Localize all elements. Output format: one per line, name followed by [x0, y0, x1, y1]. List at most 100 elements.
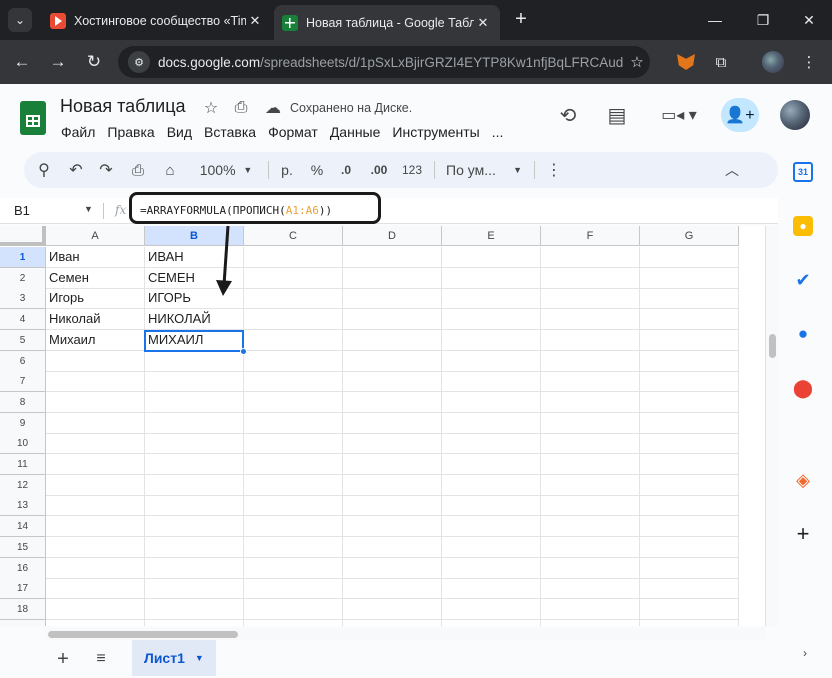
- cell-d17[interactable]: [343, 578, 442, 599]
- select-all-corner[interactable]: [0, 226, 46, 246]
- cell-f5[interactable]: [541, 330, 640, 351]
- print-icon[interactable]: ⎙: [126, 156, 150, 184]
- cell-d14[interactable]: [343, 516, 442, 537]
- office-addon-icon[interactable]: ◈: [793, 470, 813, 490]
- row-header[interactable]: 19: [0, 620, 46, 626]
- menu-more[interactable]: ...: [486, 122, 510, 144]
- cell-a7[interactable]: [46, 371, 145, 392]
- cell-g16[interactable]: [640, 558, 739, 579]
- cell-f10[interactable]: [541, 433, 640, 454]
- meet-video-icon[interactable]: ▭◂ ▾: [655, 100, 703, 130]
- row-header[interactable]: 16: [0, 558, 46, 579]
- name-box[interactable]: B1: [14, 203, 30, 218]
- fill-handle[interactable]: [240, 348, 247, 355]
- row-header[interactable]: 13: [0, 495, 46, 516]
- menu-data[interactable]: Данные: [324, 122, 387, 144]
- cell-d13[interactable]: [343, 495, 442, 516]
- row-header[interactable]: 6: [0, 351, 46, 372]
- bookmark-star-icon[interactable]: ☆: [624, 53, 650, 71]
- cell-f7[interactable]: [541, 371, 640, 392]
- cell-a5[interactable]: Михаил: [46, 330, 145, 351]
- cell-b11[interactable]: [145, 454, 244, 475]
- chevron-down-icon[interactable]: ▼: [84, 204, 93, 214]
- share-button[interactable]: 👤+: [721, 98, 759, 132]
- cell-d11[interactable]: [343, 454, 442, 475]
- cell-d16[interactable]: [343, 558, 442, 579]
- address-bar[interactable]: ⚙ docs.google.com/spreadsheets/d/1pSxLxB…: [118, 46, 650, 78]
- cell-g7[interactable]: [640, 371, 739, 392]
- cell-e3[interactable]: [442, 288, 541, 309]
- cell-a1[interactable]: Иван: [46, 247, 145, 268]
- cell-a3[interactable]: Игорь: [46, 288, 145, 309]
- contacts-icon[interactable]: ●: [793, 324, 813, 344]
- menu-file[interactable]: Файл: [55, 122, 101, 144]
- cell-b12[interactable]: [145, 475, 244, 496]
- column-header-g[interactable]: G: [640, 226, 739, 246]
- row-header[interactable]: 7: [0, 371, 46, 392]
- row-header[interactable]: 15: [0, 537, 46, 558]
- cell-b3[interactable]: ИГОРЬ: [145, 288, 244, 309]
- row-header[interactable]: 9: [0, 413, 46, 434]
- cell-a2[interactable]: Семен: [46, 268, 145, 289]
- cell-f2[interactable]: [541, 268, 640, 289]
- column-header-c[interactable]: C: [244, 226, 343, 246]
- percent-format-button[interactable]: %: [306, 156, 328, 184]
- cell-b16[interactable]: [145, 558, 244, 579]
- cell-a18[interactable]: [46, 599, 145, 620]
- cell-e10[interactable]: [442, 433, 541, 454]
- cell-f11[interactable]: [541, 454, 640, 475]
- cell-a14[interactable]: [46, 516, 145, 537]
- extensions-puzzle-icon[interactable]: ⧉: [710, 51, 732, 73]
- cell-a15[interactable]: [46, 537, 145, 558]
- horizontal-scrollbar[interactable]: [46, 628, 765, 640]
- cell-e8[interactable]: [442, 392, 541, 413]
- cell-f8[interactable]: [541, 392, 640, 413]
- back-arrow-icon[interactable]: ←: [10, 50, 34, 74]
- row-header[interactable]: 2: [0, 268, 46, 289]
- cell-d3[interactable]: [343, 288, 442, 309]
- cell-b17[interactable]: [145, 578, 244, 599]
- reload-icon[interactable]: ↻: [82, 50, 106, 74]
- row-header[interactable]: 10: [0, 433, 46, 454]
- cell-d6[interactable]: [343, 351, 442, 372]
- cell-e19[interactable]: [442, 620, 541, 626]
- cell-f18[interactable]: [541, 599, 640, 620]
- column-header-a[interactable]: A: [46, 226, 145, 246]
- tasks-icon[interactable]: ✔: [793, 270, 813, 290]
- cell-g2[interactable]: [640, 268, 739, 289]
- cell-a9[interactable]: [46, 413, 145, 434]
- row-header[interactable]: 4: [0, 309, 46, 330]
- cell-g11[interactable]: [640, 454, 739, 475]
- cloud-saved-icon[interactable]: ☁: [263, 98, 283, 118]
- cell-g17[interactable]: [640, 578, 739, 599]
- cell-e12[interactable]: [442, 475, 541, 496]
- cell-a8[interactable]: [46, 392, 145, 413]
- browser-tab-timeweb[interactable]: Хостинговое сообщество «Tim ✕: [42, 6, 272, 36]
- column-header-d[interactable]: D: [343, 226, 442, 246]
- more-options-icon[interactable]: ⋮: [544, 156, 564, 184]
- cell-e7[interactable]: [442, 371, 541, 392]
- collapse-chevron-up-icon[interactable]: ︿: [720, 156, 744, 184]
- cell-c10[interactable]: [244, 433, 343, 454]
- cell-g14[interactable]: [640, 516, 739, 537]
- row-header[interactable]: 18: [0, 599, 46, 620]
- site-info-icon[interactable]: ⚙: [128, 51, 150, 73]
- cell-e4[interactable]: [442, 309, 541, 330]
- cell-g3[interactable]: [640, 288, 739, 309]
- row-header[interactable]: 3: [0, 288, 46, 309]
- cell-e14[interactable]: [442, 516, 541, 537]
- row-header[interactable]: 17: [0, 578, 46, 599]
- cell-d4[interactable]: [343, 309, 442, 330]
- cell-f3[interactable]: [541, 288, 640, 309]
- cell-f4[interactable]: [541, 309, 640, 330]
- move-folder-icon[interactable]: ⎙: [231, 98, 251, 118]
- cell-e11[interactable]: [442, 454, 541, 475]
- row-header[interactable]: 5: [0, 330, 46, 351]
- maximize-icon[interactable]: ❐: [748, 8, 778, 32]
- zoom-select[interactable]: 100% ▼: [190, 156, 262, 184]
- menu-edit[interactable]: Правка: [101, 122, 160, 144]
- row-header[interactable]: 8: [0, 392, 46, 413]
- cell-b7[interactable]: [145, 371, 244, 392]
- cell-c14[interactable]: [244, 516, 343, 537]
- cell-f12[interactable]: [541, 475, 640, 496]
